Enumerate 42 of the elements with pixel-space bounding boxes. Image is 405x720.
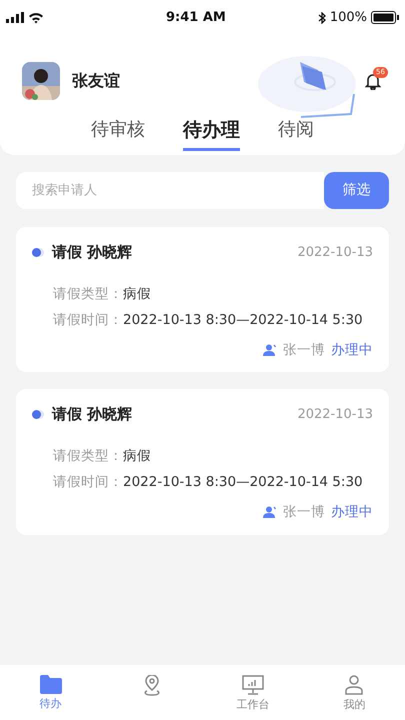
status-label: 办理中 [331,503,373,522]
person-icon [263,344,277,356]
handler-name: 张一博 [283,503,325,522]
card-date: 2022-10-13 [297,406,373,424]
status-dot-icon [32,248,44,257]
battery-percent: 100% [330,8,367,27]
field-value: 2022-10-13 8:30—2022-10-14 5:30 [123,310,363,330]
user-name: 张友谊 [72,70,120,92]
handler-name: 张一博 [283,341,325,360]
field-label: 请假时间： [53,473,123,492]
status-time: 9:41 AM [166,8,226,27]
bell-icon[interactable] [365,72,381,90]
search-field[interactable]: 搜索申请人 [16,172,324,209]
signal-icon [6,12,24,23]
field-label: 请假类型： [53,284,123,304]
wifi-icon [28,12,44,24]
nav-tab[interactable]: 工作台 [202,665,304,714]
status-dot-icon [32,410,44,419]
field-value: 2022-10-13 8:30—2022-10-14 5:30 [123,473,363,492]
field-value: 病假 [123,284,151,304]
field-label: 请假类型： [53,446,123,466]
status-label: 办理中 [331,341,373,360]
filter-button[interactable]: 筛选 [324,172,389,209]
bluetooth-icon [318,12,326,24]
card-date: 2022-10-13 [297,244,373,262]
person-icon [263,506,277,518]
monitor-icon [242,675,264,695]
field-label: 请假时间： [53,310,123,330]
tab[interactable]: 待办理 [183,118,240,151]
nav-tab[interactable]: 我的 [304,665,405,714]
nav-tab[interactable]: 待办 [0,665,102,712]
user-icon [344,675,364,695]
field-value: 病假 [123,446,151,466]
list-card[interactable]: 请假 孙晓辉 2022-10-13 请假类型：病假 请假时间：2022-10-13 8:30—2022-10-14 5:30 张一博 办理中 [16,227,389,372]
tab[interactable]: 待阅 [278,118,314,151]
card-title: 请假 孙晓辉 [52,404,132,426]
folder-icon [40,675,62,694]
battery-icon [371,11,399,24]
tab[interactable]: 待审核 [91,118,145,151]
card-title: 请假 孙晓辉 [52,242,132,263]
list-card[interactable]: 请假 孙晓辉 2022-10-13 请假类型：病假 请假时间：2022-10-13 8:30—2022-10-14 5:30 张一博 办理中 [16,389,389,534]
location-pin-icon [142,675,162,697]
